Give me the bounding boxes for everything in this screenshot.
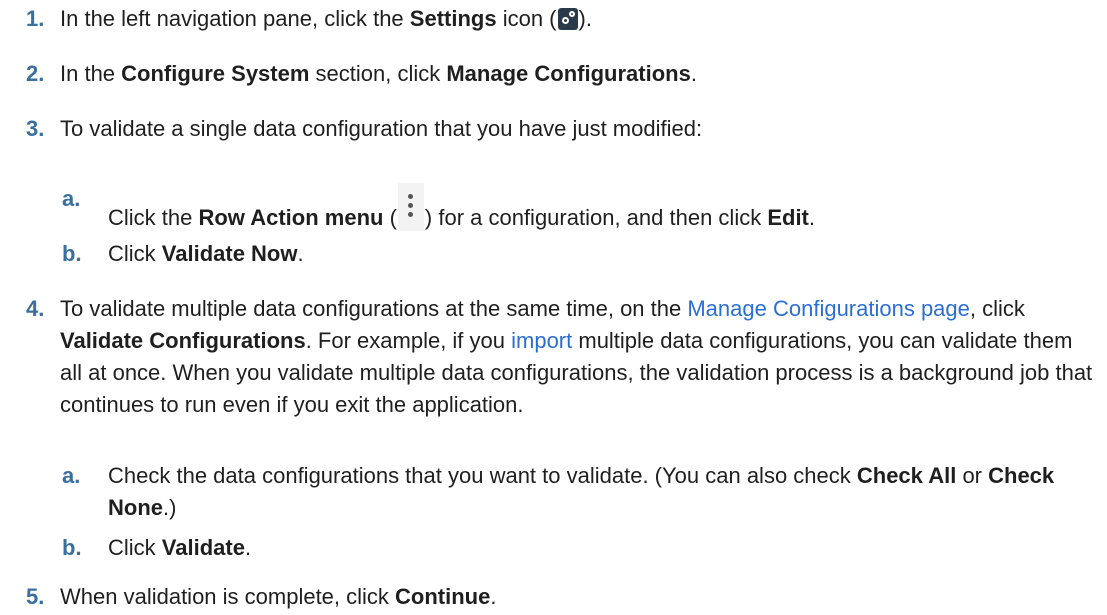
row-action-menu-label: Row Action menu xyxy=(198,205,384,230)
manage-configurations-label: Manage Configurations xyxy=(446,61,691,86)
substep-text: Click Validate. xyxy=(108,532,1098,564)
settings-gear-icon xyxy=(557,8,578,30)
step-4a-text-2: or xyxy=(956,463,989,488)
settings-label: Settings xyxy=(409,6,497,31)
step-4-text: To validate multiple data configurations… xyxy=(60,296,688,321)
validate-configurations-label: Validate Configurations xyxy=(60,328,306,353)
substep-number: a. xyxy=(62,463,81,488)
manage-configurations-page-link[interactable]: Manage Configurations page xyxy=(687,296,970,321)
edit-label: Edit xyxy=(767,205,809,230)
step-text: To validate a single data configuration … xyxy=(60,116,703,141)
step-text: In the Configure System section, click M… xyxy=(60,58,1100,90)
step-2-text-2: section, click xyxy=(309,61,447,86)
step-text: When validation is complete, click Conti… xyxy=(60,581,1100,613)
substep-number: b. xyxy=(62,535,82,560)
step-5-text: When validation is complete, click xyxy=(60,584,396,609)
substep-number: b. xyxy=(62,241,82,266)
check-all-label: Check All xyxy=(856,463,957,488)
step-3a-text-2: ( xyxy=(383,205,397,230)
step-4-text-3: . For example, if you xyxy=(305,328,512,353)
step-4-text-2: , click xyxy=(969,296,1025,321)
substep-number: a. xyxy=(62,186,81,211)
step-3a-text: Click the xyxy=(108,205,199,230)
step-3a-text-3: ) for a configuration, and then click xyxy=(424,205,768,230)
step-number: 5. xyxy=(26,584,45,609)
step-number: 3. xyxy=(26,116,45,141)
configure-system-label: Configure System xyxy=(121,61,310,86)
step-2-text-3: . xyxy=(690,61,697,86)
step-5-text-2: . xyxy=(490,584,497,609)
step-text: To validate multiple data configurations… xyxy=(60,293,1100,421)
step-2-text: In the xyxy=(60,61,122,86)
validate-now-label: Validate Now xyxy=(161,241,298,266)
step-4a-text-3: .) xyxy=(163,495,177,520)
step-3b-text-2: . xyxy=(297,241,304,266)
import-link[interactable]: import xyxy=(511,328,572,353)
substep-text: Click the Row Action menu ( ) for a confi… xyxy=(108,183,1098,234)
step-1-text: In the left navigation pane, click the xyxy=(60,6,410,31)
step-text: In the left navigation pane, click the S… xyxy=(60,3,1100,35)
step-number: 2. xyxy=(26,61,45,86)
step-1-text-3: ). xyxy=(578,6,592,31)
step-3b-text: Click xyxy=(108,241,162,266)
step-3a-text-4: . xyxy=(808,205,816,230)
step-number: 4. xyxy=(26,296,45,321)
step-4b-text-2: . xyxy=(244,535,252,560)
substep-text: Click Validate Now. xyxy=(108,238,1098,270)
vertical-ellipsis-icon xyxy=(397,183,424,231)
step-4b-text: Click xyxy=(108,535,162,560)
step-4a-text: Check the data configurations that you w… xyxy=(108,463,857,488)
step-1-text-2: icon ( xyxy=(496,6,557,31)
validate-label: Validate xyxy=(161,535,245,560)
continue-label: Continue xyxy=(395,584,491,609)
step-number: 1. xyxy=(26,6,45,31)
substep-text: Check the data configurations that you w… xyxy=(108,460,1098,524)
